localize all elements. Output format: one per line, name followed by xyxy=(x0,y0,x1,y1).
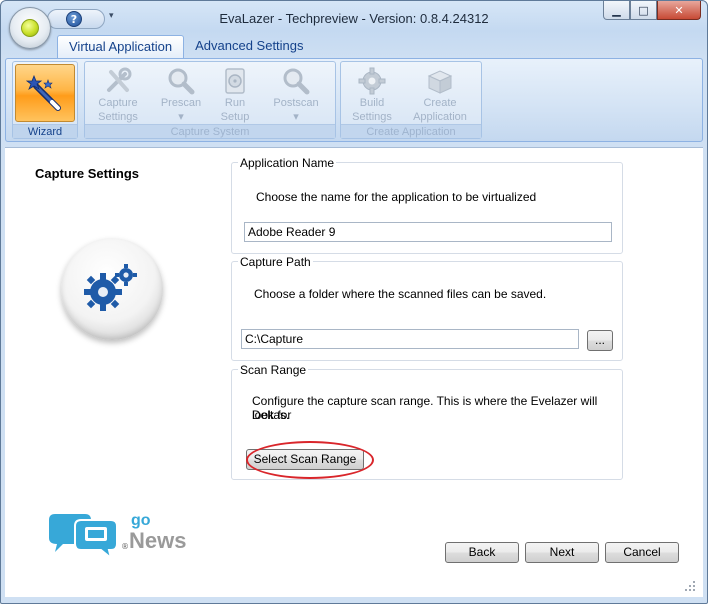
capture-path-group: Capture Path Choose a folder where the s… xyxy=(231,255,623,361)
back-button[interactable]: Back xyxy=(445,542,519,563)
magnifier-icon xyxy=(168,68,195,95)
setup-disc-icon xyxy=(225,68,245,94)
ribbon: Wizard Capture Settings Prescan ▾ Run Se… xyxy=(5,58,703,142)
gear-icon xyxy=(358,67,386,95)
ribbon-group-wizard: Wizard xyxy=(12,61,78,139)
app-window: ? ▾ EvaLazer - Techpreview - Version: 0.… xyxy=(0,0,708,604)
wizard-content: Capture Settings Application Name Choose… xyxy=(5,147,703,597)
tools-icon xyxy=(107,67,132,92)
scan-range-legend: Scan Range xyxy=(238,363,309,377)
ribbon-group-capture-system-label: Capture System xyxy=(85,124,335,138)
application-name-legend: Application Name xyxy=(238,156,337,170)
postscan-dropdown-icon: ▾ xyxy=(293,111,299,123)
tab-advanced-settings[interactable]: Advanced Settings xyxy=(184,35,314,59)
application-name-group: Application Name Choose the name for the… xyxy=(231,156,623,254)
ribbon-tabs: Virtual Application Advanced Settings xyxy=(57,35,315,59)
maximize-button[interactable]: □ xyxy=(630,1,657,20)
capture-settings-label-line2: Settings xyxy=(98,111,138,123)
postscan-label: Postscan xyxy=(273,97,319,109)
page-title: Capture Settings xyxy=(35,166,140,181)
prescan-button[interactable]: Prescan ▾ xyxy=(157,64,205,124)
ribbon-group-capture-system: Capture Settings Prescan ▾ Run Setup Pos… xyxy=(84,61,336,139)
scan-range-description-line1: Configure the capture scan range. This i… xyxy=(252,394,598,422)
create-application-button[interactable]: Create Application xyxy=(405,64,475,124)
application-menu-button[interactable] xyxy=(9,7,51,49)
build-settings-button[interactable]: Build Settings xyxy=(347,64,397,124)
package-box-icon xyxy=(427,70,453,94)
capture-path-input[interactable]: C:\Capture xyxy=(241,329,579,349)
logo-registered-mark: ® xyxy=(121,542,129,551)
cancel-button[interactable]: Cancel xyxy=(605,542,679,563)
window-title: EvaLazer - Techpreview - Version: 0.8.4.… xyxy=(219,11,489,26)
scan-range-description-line2: Deltas. xyxy=(252,408,290,422)
build-settings-label-line1: Build xyxy=(359,97,385,109)
create-application-label-line2: Application xyxy=(413,111,467,123)
scan-range-group: Scan Range Configure the capture scan ra… xyxy=(231,363,623,480)
application-name-input[interactable]: Adobe Reader 9 xyxy=(244,222,612,242)
settings-graphic xyxy=(61,238,163,340)
run-setup-label-line1: Run xyxy=(224,97,246,109)
application-name-description: Choose the name for the application to b… xyxy=(256,190,537,204)
prescan-dropdown-icon: ▾ xyxy=(178,111,184,123)
run-setup-button[interactable]: Run Setup xyxy=(213,64,257,124)
ribbon-group-create-application: Build Settings Create Application Create… xyxy=(340,61,482,139)
capture-settings-label-line1: Capture xyxy=(98,97,138,109)
magnifier-icon xyxy=(283,68,310,95)
logo-news-text: News xyxy=(129,528,187,553)
next-button[interactable]: Next xyxy=(525,542,599,563)
app-orb-icon xyxy=(21,19,39,37)
postscan-button[interactable]: Postscan ▾ xyxy=(269,64,323,124)
close-button[interactable]: ✕ xyxy=(657,1,701,20)
build-settings-label-line2: Settings xyxy=(352,111,392,123)
caption-buttons: ▁ □ ✕ xyxy=(603,1,701,21)
wizard-wand-icon xyxy=(26,74,61,111)
chat-bubbles-icon xyxy=(49,514,118,560)
title-bar: ? ▾ EvaLazer - Techpreview - Version: 0.… xyxy=(1,1,707,49)
highlight-annotation-ring xyxy=(246,441,374,479)
prescan-label: Prescan xyxy=(160,97,202,109)
create-application-label-line1: Create xyxy=(423,97,457,109)
capture-path-description: Choose a folder where the scanned files … xyxy=(254,287,547,301)
wizard-button[interactable] xyxy=(15,64,75,122)
gears-icon xyxy=(84,264,137,311)
run-setup-label-line2: Setup xyxy=(220,111,250,123)
capture-path-legend: Capture Path xyxy=(238,255,313,269)
tab-virtual-application[interactable]: Virtual Application xyxy=(57,35,185,59)
minimize-button[interactable]: ▁ xyxy=(603,1,630,20)
ribbon-group-create-application-label: Create Application xyxy=(341,124,481,138)
gonews-watermark-logo: go ® News xyxy=(45,512,195,560)
browse-button[interactable]: ... xyxy=(587,330,613,351)
resize-grip-icon[interactable] xyxy=(685,581,695,591)
capture-settings-button[interactable]: Capture Settings xyxy=(93,64,143,124)
ribbon-group-wizard-label: Wizard xyxy=(13,124,77,138)
